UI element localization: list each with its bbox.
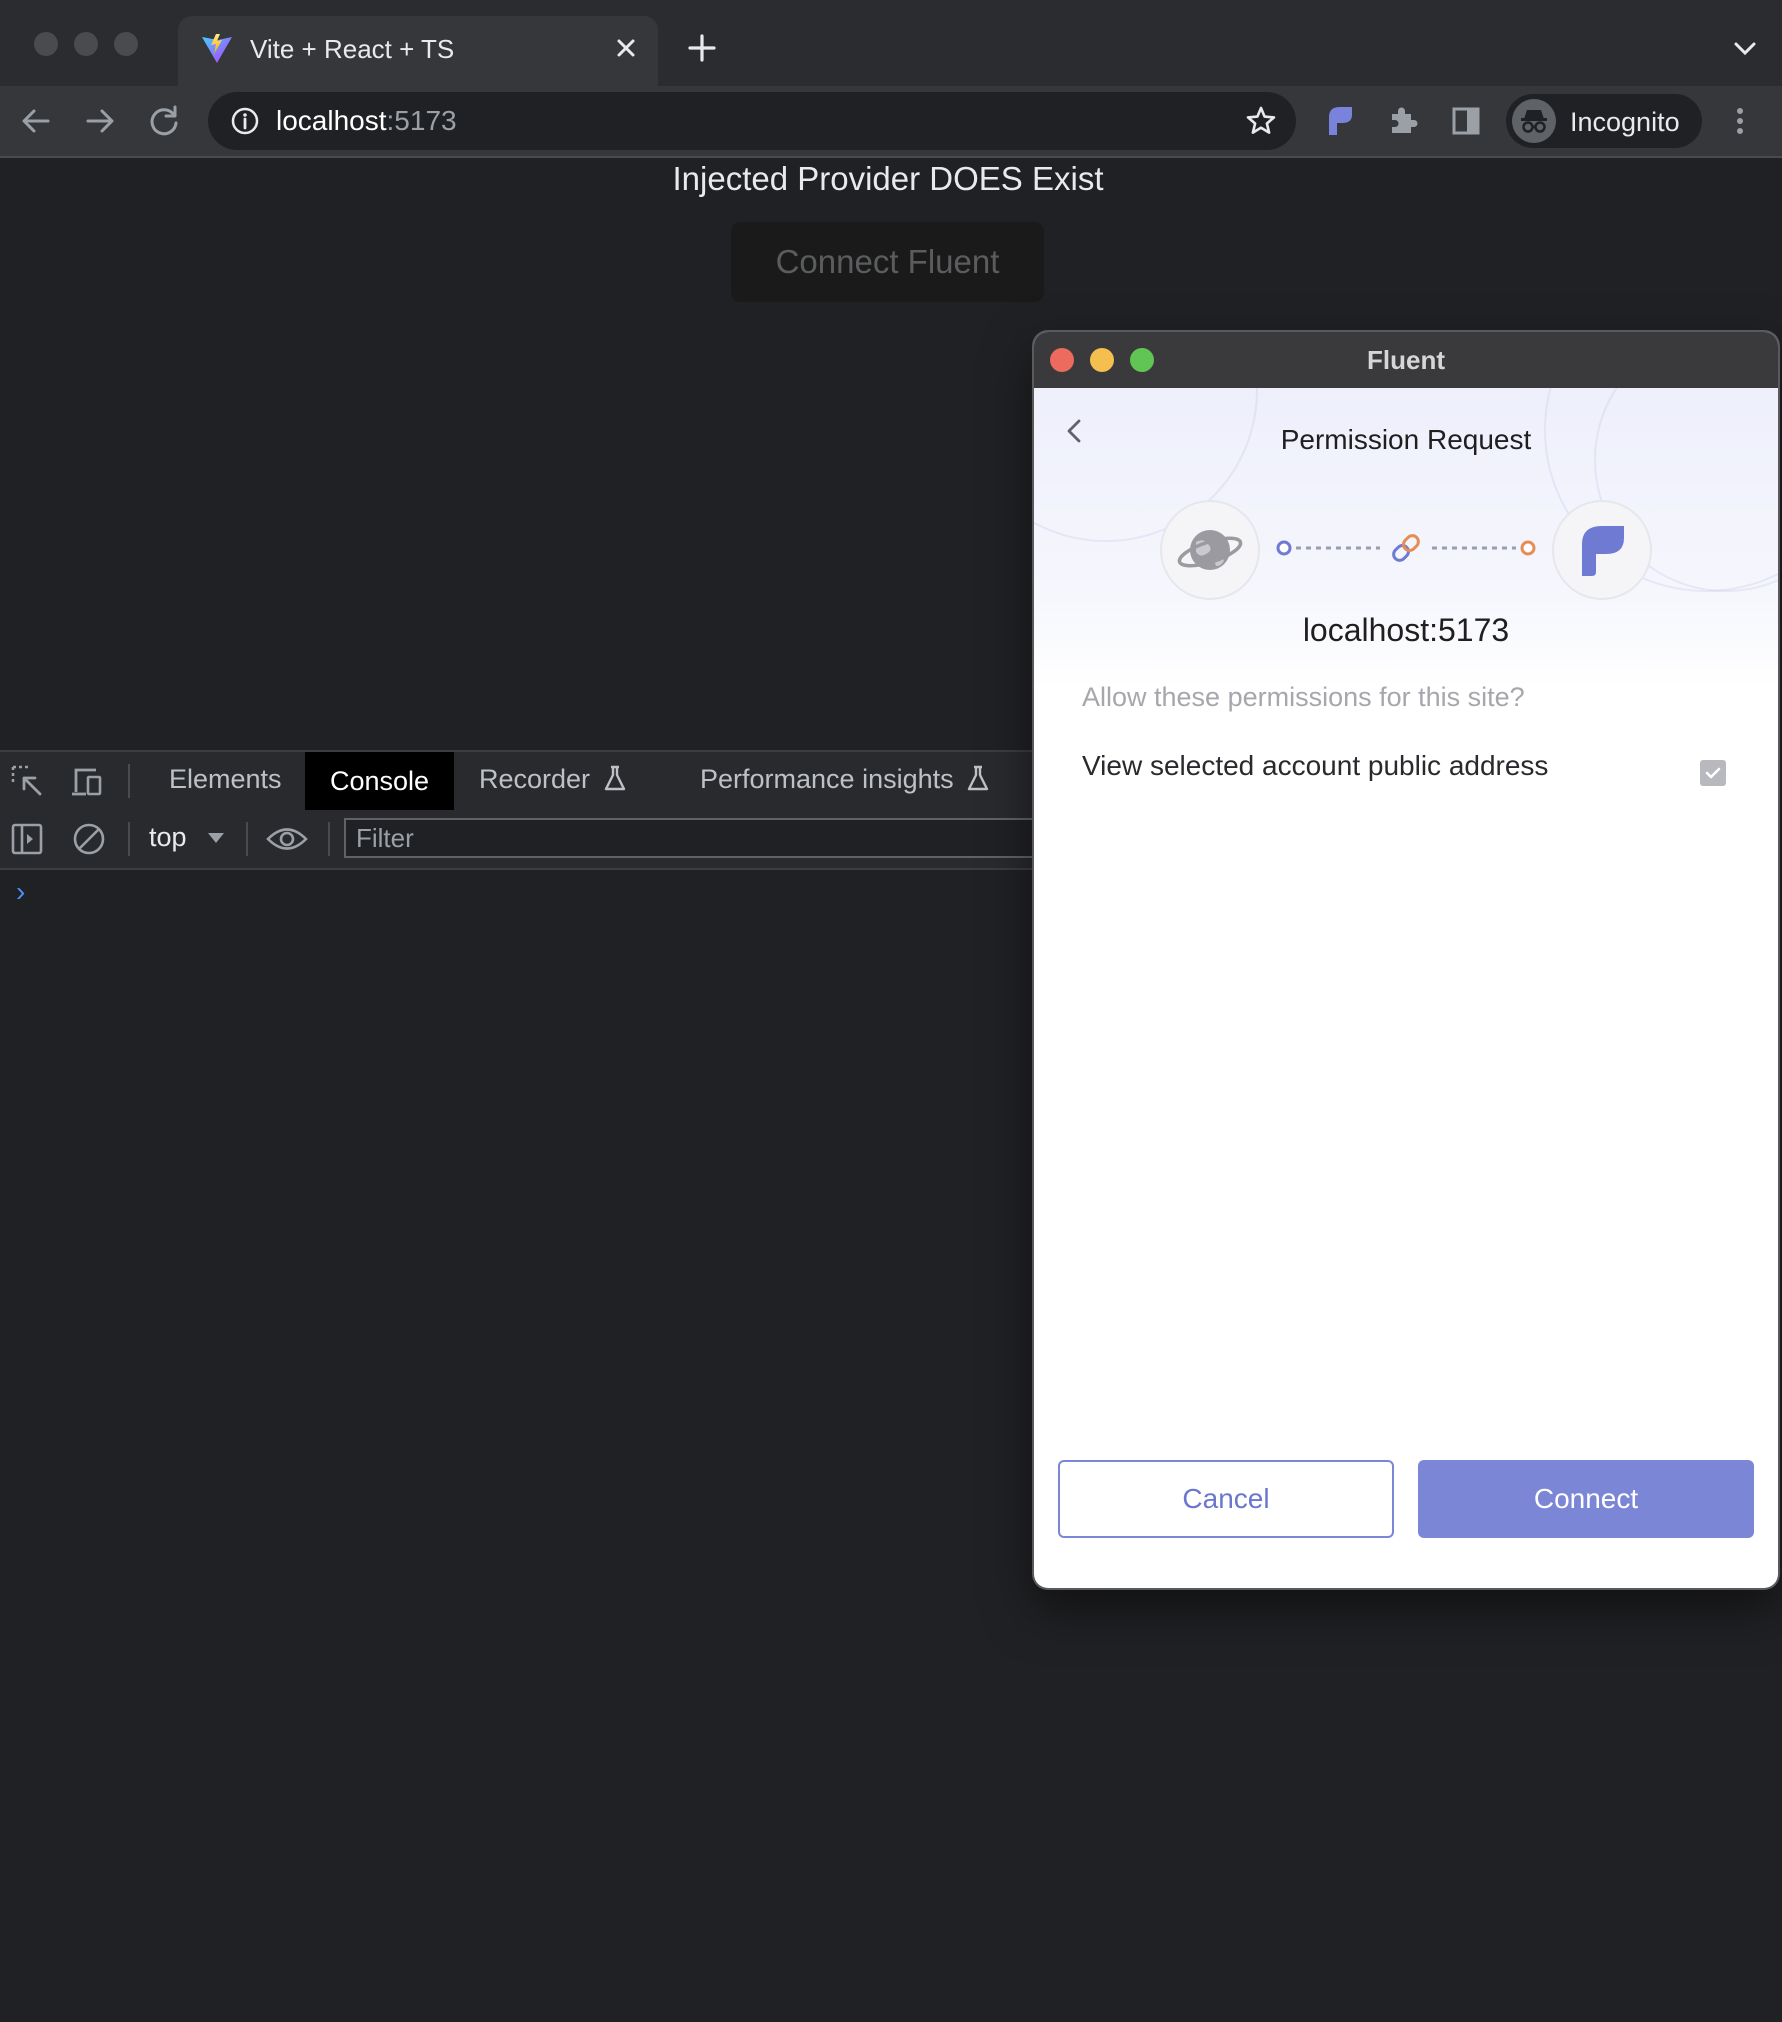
popup-titlebar: Fluent: [1034, 332, 1778, 389]
tab-console[interactable]: Console: [305, 752, 454, 810]
console-toolbar: top: [0, 810, 1034, 870]
experimental-flask-icon: [967, 765, 989, 791]
fluent-popup-window: Fluent Permission Request localhost:5173…: [1034, 332, 1778, 1588]
cancel-button[interactable]: Cancel: [1058, 1460, 1394, 1538]
fluent-extension-icon[interactable]: [1320, 101, 1360, 141]
connect-fluent-button[interactable]: Connect Fluent: [731, 222, 1044, 302]
checkmark-icon: [1705, 767, 1721, 779]
tab-close-icon[interactable]: [608, 30, 644, 66]
permission-question: Allow these permissions for this site?: [1082, 682, 1525, 712]
vite-favicon-icon: [202, 34, 232, 63]
tab-recorder[interactable]: Recorder: [479, 764, 628, 795]
devtools-separator: [128, 764, 130, 798]
inspect-element-icon[interactable]: [10, 764, 44, 798]
back-arrow-icon[interactable]: [16, 101, 56, 141]
context-selector-value: top: [149, 822, 187, 852]
browser-tab[interactable]: Vite + React + TS: [178, 16, 658, 86]
forward-arrow-icon[interactable]: [80, 101, 120, 141]
dropdown-triangle-icon: [208, 833, 225, 843]
context-selector[interactable]: top: [149, 822, 226, 853]
tab-search-chevron-icon[interactable]: [1730, 34, 1760, 64]
incognito-avatar: [1512, 99, 1556, 143]
browser-titlebar: Vite + React + TS: [0, 0, 1782, 86]
console-filter-input[interactable]: [344, 818, 1034, 858]
site-avatar: [1160, 500, 1260, 600]
url-host: localhost: [276, 105, 387, 136]
incognito-profile-chip[interactable]: Incognito: [1506, 94, 1702, 148]
live-expression-eye-icon[interactable]: [266, 822, 308, 856]
experimental-flask-icon: [604, 765, 625, 791]
tab-performance-insights-label: Performance insights: [700, 764, 954, 794]
clear-console-icon[interactable]: [72, 822, 106, 856]
incognito-label: Incognito: [1570, 107, 1680, 137]
reload-icon[interactable]: [144, 101, 184, 141]
window-minimize-dot[interactable]: [74, 32, 98, 56]
new-tab-plus-icon[interactable]: [684, 30, 720, 66]
tab-performance-insights[interactable]: Performance insights: [700, 764, 991, 795]
console-sidebar-icon[interactable]: [10, 822, 44, 856]
side-panel-icon[interactable]: [1446, 101, 1486, 141]
popup-window-title: Fluent: [1367, 345, 1445, 375]
requesting-site-host: localhost:5173: [1302, 612, 1510, 648]
fluent-logo-icon: [1582, 526, 1624, 576]
browser-menu-kebab-icon[interactable]: [1720, 101, 1760, 141]
window-close-dot[interactable]: [34, 32, 58, 56]
site-info-icon[interactable]: [230, 106, 260, 136]
window-zoom-dot[interactable]: [114, 32, 138, 56]
tab-elements[interactable]: Elements: [169, 764, 282, 795]
planet-globe-icon: [1177, 530, 1243, 570]
tab-title: Vite + React + TS: [250, 34, 455, 64]
permission-item-label: View selected account public address: [1082, 750, 1549, 781]
console-toolbar-separator: [128, 822, 130, 856]
address-url: localhost:5173: [276, 105, 457, 137]
fluent-avatar: [1552, 500, 1652, 600]
incognito-icon: [1521, 110, 1547, 133]
page-heading: Injected Provider DOES Exist: [672, 160, 1104, 197]
bookmark-star-icon[interactable]: [1244, 104, 1278, 138]
browser-toolbar: localhost:5173 Incognito: [0, 86, 1782, 158]
device-toolbar-icon[interactable]: [70, 764, 104, 798]
console-toolbar-separator: [328, 822, 330, 856]
console-toolbar-separator: [246, 822, 248, 856]
connection-link-indicator: [1276, 534, 1536, 562]
permission-request-title: Permission Request: [1280, 424, 1532, 455]
tab-recorder-label: Recorder: [479, 764, 591, 794]
console-prompt[interactable]: ›: [16, 876, 25, 908]
address-bar[interactable]: localhost:5173: [208, 92, 1296, 150]
url-port: :5173: [386, 105, 457, 136]
extensions-puzzle-icon[interactable]: [1384, 101, 1424, 141]
permission-checkbox[interactable]: [1700, 760, 1726, 786]
devtools-tab-bar: Elements Console Recorder Performance in…: [0, 750, 1034, 812]
connect-button[interactable]: Connect: [1418, 1460, 1754, 1538]
